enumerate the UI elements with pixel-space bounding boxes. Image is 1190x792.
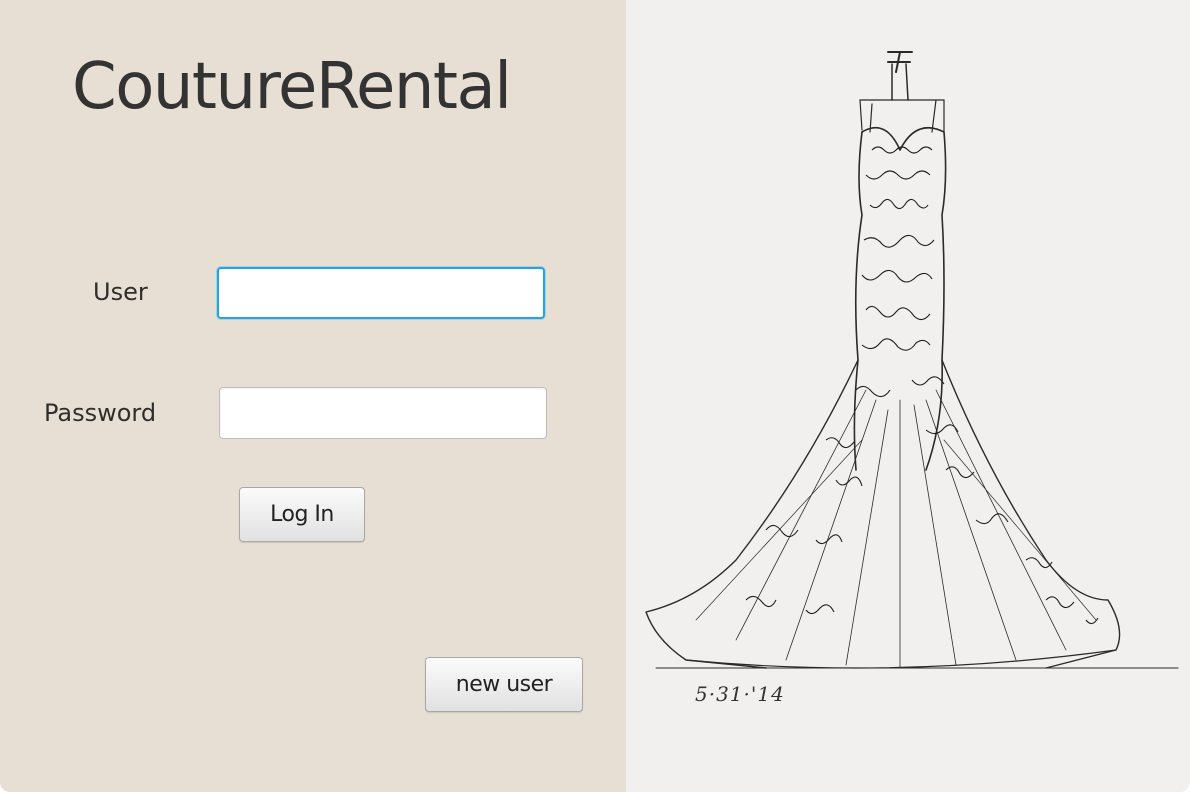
wedding-dress-sketch-image [645, 51, 1179, 669]
user-input[interactable] [217, 267, 545, 319]
login-window: CoutureRental User Password Log In new u… [0, 0, 1190, 792]
password-input[interactable] [219, 387, 547, 439]
login-button[interactable]: Log In [239, 487, 365, 542]
new-user-button[interactable]: new user [425, 657, 583, 712]
app-title: CoutureRental [72, 50, 512, 124]
illustration-panel: 5·31·'14 [626, 0, 1190, 792]
password-label: Password [44, 399, 157, 427]
user-label: User [93, 278, 148, 306]
sketch-date-caption: 5·31·'14 [695, 682, 785, 706]
login-panel: CoutureRental User Password Log In new u… [0, 0, 626, 792]
